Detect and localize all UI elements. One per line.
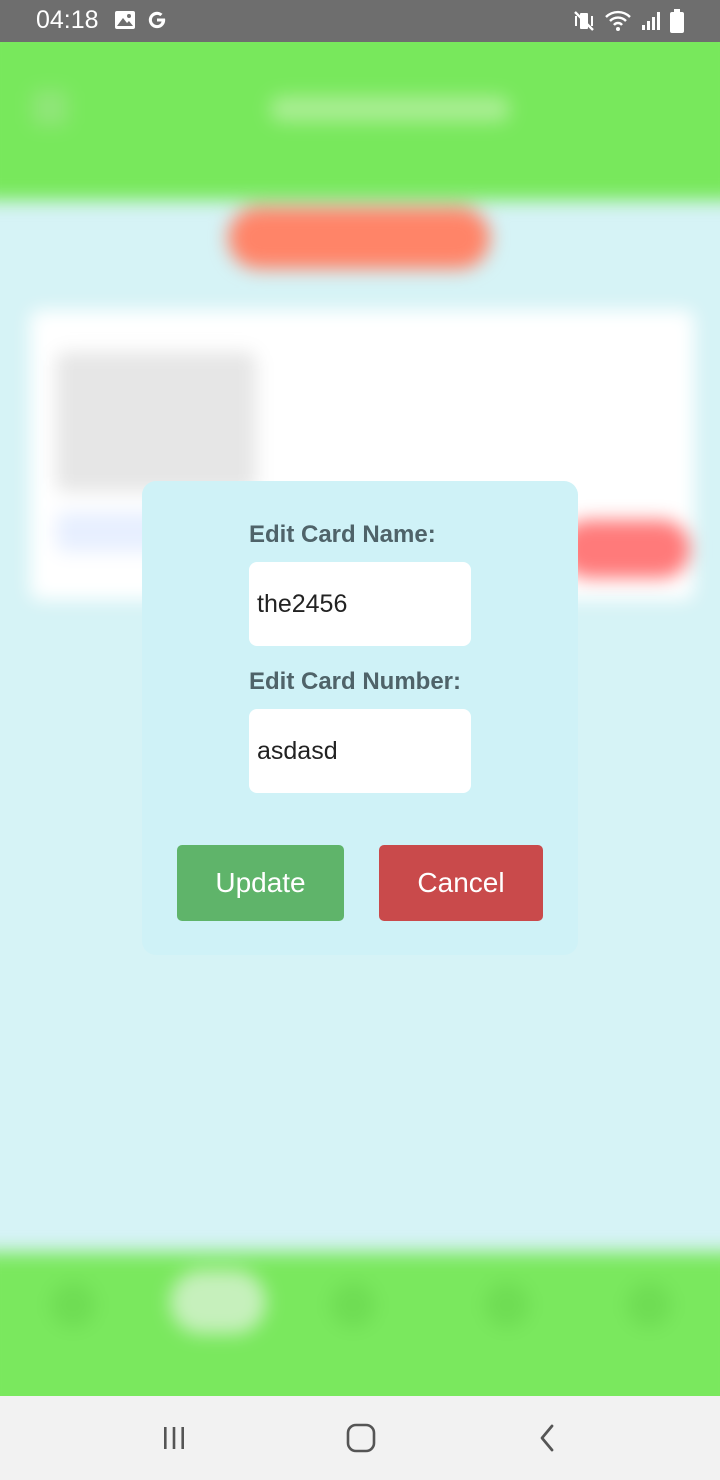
update-button[interactable]: Update	[177, 845, 344, 921]
image-icon	[114, 10, 136, 35]
cancel-button[interactable]: Cancel	[379, 845, 543, 921]
recent-apps-icon[interactable]	[154, 1418, 194, 1458]
status-time: 04:18	[36, 6, 99, 34]
card-name-input[interactable]	[249, 562, 471, 646]
card-name-label: Edit Card Name:	[249, 521, 436, 548]
edit-card-dialog: Edit Card Name: Edit Card Number: Update…	[142, 481, 578, 955]
wifi-icon	[604, 10, 632, 37]
add-card-button	[228, 207, 490, 269]
nav-wallet-icon	[484, 1282, 530, 1328]
status-system-icons	[572, 9, 684, 38]
card-number-input[interactable]	[249, 709, 471, 793]
status-bar: 04:18	[0, 0, 720, 42]
menu-icon	[32, 90, 68, 126]
card-delete-button	[560, 520, 690, 578]
nav-stats-icon	[330, 1282, 376, 1328]
app-title-placeholder	[270, 96, 510, 122]
home-icon[interactable]	[341, 1418, 381, 1458]
back-icon[interactable]	[528, 1418, 568, 1458]
nav-profile-icon	[626, 1282, 672, 1328]
card-number-label: Edit Card Number:	[249, 668, 462, 695]
mute-vibrate-icon	[572, 10, 596, 37]
signal-icon	[640, 10, 662, 37]
nav-cards-icon	[170, 1270, 266, 1334]
status-notification-icons	[114, 9, 168, 36]
card-image	[56, 352, 256, 492]
battery-icon	[670, 9, 684, 38]
system-navigation-bar	[0, 1396, 720, 1480]
nav-home-icon	[50, 1282, 96, 1328]
google-g-icon	[146, 9, 168, 36]
